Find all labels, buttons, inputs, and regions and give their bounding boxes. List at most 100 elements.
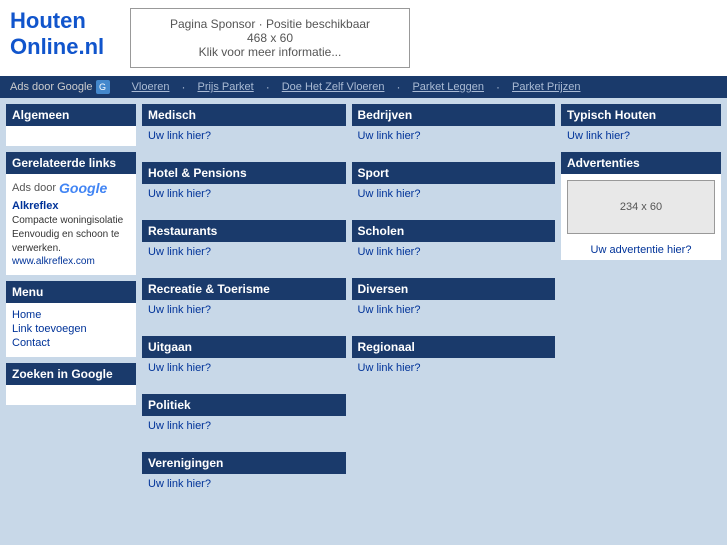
left-sidebar: Algemeen Gerelateerde links Ads door Goo… [6, 104, 136, 504]
logo-nline: nline.nl [27, 34, 104, 59]
sponsor-line3: Klik voor meer informatie... [151, 45, 389, 59]
cat-uitgaan-header: Uitgaan [142, 336, 346, 358]
cat-scholen-header: Scholen [352, 220, 556, 242]
cat-sport: Sport Uw link hier? [352, 162, 556, 214]
cat-diversen: Diversen Uw link hier? [352, 278, 556, 330]
logo-h: H [10, 8, 26, 33]
cat-politiek-body: Uw link hier? [142, 416, 346, 446]
company-url[interactable]: www.alkreflex.com [12, 256, 130, 267]
cat-diversen-header: Diversen [352, 278, 556, 300]
cat-hotel-link[interactable]: Uw link hier? [148, 188, 211, 200]
cat-politiek-link[interactable]: Uw link hier? [148, 420, 211, 432]
cat-restaurants-body: Uw link hier? [142, 242, 346, 272]
nav-parket-prijzen[interactable]: Parket Prijzen [506, 81, 586, 93]
logo: Houten Online.nl [10, 8, 110, 61]
menu-link-toevoegen[interactable]: Link toevoegen [12, 323, 130, 335]
nav-prijs-parket[interactable]: Prijs Parket [191, 81, 259, 93]
cat-bedrijven-link[interactable]: Uw link hier? [358, 130, 421, 142]
row-1: Medisch Uw link hier? Bedrijven Uw link … [142, 104, 555, 156]
zoeken-content [6, 385, 136, 405]
cat-recreatie-link[interactable]: Uw link hier? [148, 304, 211, 316]
cat-restaurants-header: Restaurants [142, 220, 346, 242]
row-7: Verenigingen Uw link hier? [142, 452, 555, 504]
cat-politiek: Politiek Uw link hier? [142, 394, 346, 446]
menu-contact[interactable]: Contact [12, 337, 130, 349]
row-3: Restaurants Uw link hier? Scholen Uw lin… [142, 220, 555, 272]
sponsor-box[interactable]: Pagina Sponsor · Positie beschikbaar 468… [130, 8, 410, 68]
cat-regionaal-link[interactable]: Uw link hier? [358, 362, 421, 374]
zoeken-section: Zoeken in Google [6, 363, 136, 405]
cat-regionaal-header: Regionaal [352, 336, 556, 358]
row-6: Politiek Uw link hier? [142, 394, 555, 446]
cat-sport-link[interactable]: Uw link hier? [358, 188, 421, 200]
menu-header: Menu [6, 281, 136, 303]
typisch-section: Typisch Houten Uw link hier? [561, 104, 721, 146]
cat-diversen-body: Uw link hier? [352, 300, 556, 330]
zoeken-header: Zoeken in Google [6, 363, 136, 385]
google-logo: Google [59, 180, 107, 196]
logo-line1: Houten [10, 8, 110, 34]
cat-diversen-link[interactable]: Uw link hier? [358, 304, 421, 316]
ad-box[interactable]: 234 x 60 [567, 180, 715, 234]
cat-uitgaan-body: Uw link hier? [142, 358, 346, 388]
advertenties-section: Advertenties 234 x 60 Uw advertentie hie… [561, 152, 721, 260]
menu-content: Home Link toevoegen Contact [6, 303, 136, 357]
cat-verenigingen-link[interactable]: Uw link hier? [148, 478, 211, 490]
navbar-ads-label: Ads door Google [10, 81, 93, 93]
cat-uitgaan-link[interactable]: Uw link hier? [148, 362, 211, 374]
advertenties-header: Advertenties [561, 152, 721, 174]
row-5: Uitgaan Uw link hier? Regionaal Uw link … [142, 336, 555, 388]
row-2: Hotel & Pensions Uw link hier? Sport Uw … [142, 162, 555, 214]
cat-scholen: Scholen Uw link hier? [352, 220, 556, 272]
cat-recreatie: Recreatie & Toerisme Uw link hier? [142, 278, 346, 330]
cat-regionaal-body: Uw link hier? [352, 358, 556, 388]
typisch-body: Uw link hier? [561, 126, 721, 146]
gerelateerde-content: Ads door Google Alkreflex Compacte wonin… [6, 174, 136, 275]
typisch-link[interactable]: Uw link hier? [567, 130, 630, 142]
cat-regionaal: Regionaal Uw link hier? [352, 336, 556, 388]
company-link[interactable]: Alkreflex [12, 200, 130, 212]
cat-bedrijven-body: Uw link hier? [352, 126, 556, 156]
google-icon: G [96, 80, 110, 94]
header: Houten Online.nl Pagina Sponsor · Positi… [0, 0, 727, 76]
sponsor-line1: Pagina Sponsor · Positie beschikbaar [151, 17, 389, 31]
cat-scholen-link[interactable]: Uw link hier? [358, 246, 421, 258]
cat-verenigingen: Verenigingen Uw link hier? [142, 452, 346, 504]
logo-o: O [10, 34, 27, 59]
menu-section: Menu Home Link toevoegen Contact [6, 281, 136, 357]
cat-recreatie-header: Recreatie & Toerisme [142, 278, 346, 300]
cat-recreatie-body: Uw link hier? [142, 300, 346, 330]
main: Algemeen Gerelateerde links Ads door Goo… [0, 98, 727, 510]
cat-medisch-body: Uw link hier? [142, 126, 346, 156]
logo-line2: Online.nl [10, 34, 110, 60]
cat-sport-body: Uw link hier? [352, 184, 556, 214]
ads-label: Ads door [12, 182, 56, 194]
right-sidebar: Typisch Houten Uw link hier? Advertentie… [561, 104, 721, 504]
cat-bedrijven-header: Bedrijven [352, 104, 556, 126]
menu-home[interactable]: Home [12, 309, 130, 321]
row-4: Recreatie & Toerisme Uw link hier? Diver… [142, 278, 555, 330]
cat-hotel: Hotel & Pensions Uw link hier? [142, 162, 346, 214]
gerelateerde-section: Gerelateerde links Ads door Google Alkre… [6, 152, 136, 275]
advertenties-content: 234 x 60 Uw advertentie hier? [561, 180, 721, 260]
cat-politiek-header: Politiek [142, 394, 346, 416]
cat-hotel-header: Hotel & Pensions [142, 162, 346, 184]
algemeen-content [6, 126, 136, 146]
ads-google-label: Ads door Google [12, 180, 130, 196]
gerelateerde-header: Gerelateerde links [6, 152, 136, 174]
nav-vloeren[interactable]: Vloeren [126, 81, 176, 93]
cat-scholen-body: Uw link hier? [352, 242, 556, 272]
sponsor-line2: 468 x 60 [151, 31, 389, 45]
cat-medisch: Medisch Uw link hier? [142, 104, 346, 156]
cat-verenigingen-header: Verenigingen [142, 452, 346, 474]
nav-doe-het-zelf[interactable]: Doe Het Zelf Vloeren [276, 81, 391, 93]
cat-hotel-body: Uw link hier? [142, 184, 346, 214]
cat-restaurants-link[interactable]: Uw link hier? [148, 246, 211, 258]
content-area: Medisch Uw link hier? Bedrijven Uw link … [142, 104, 555, 504]
typisch-header: Typisch Houten [561, 104, 721, 126]
cat-medisch-link[interactable]: Uw link hier? [148, 130, 211, 142]
navbar: Ads door Google G Vloeren · Prijs Parket… [0, 76, 727, 98]
logo-outen: outen [26, 8, 86, 33]
nav-parket-leggen[interactable]: Parket Leggen [406, 81, 490, 93]
ad-link[interactable]: Uw advertentie hier? [561, 240, 721, 260]
